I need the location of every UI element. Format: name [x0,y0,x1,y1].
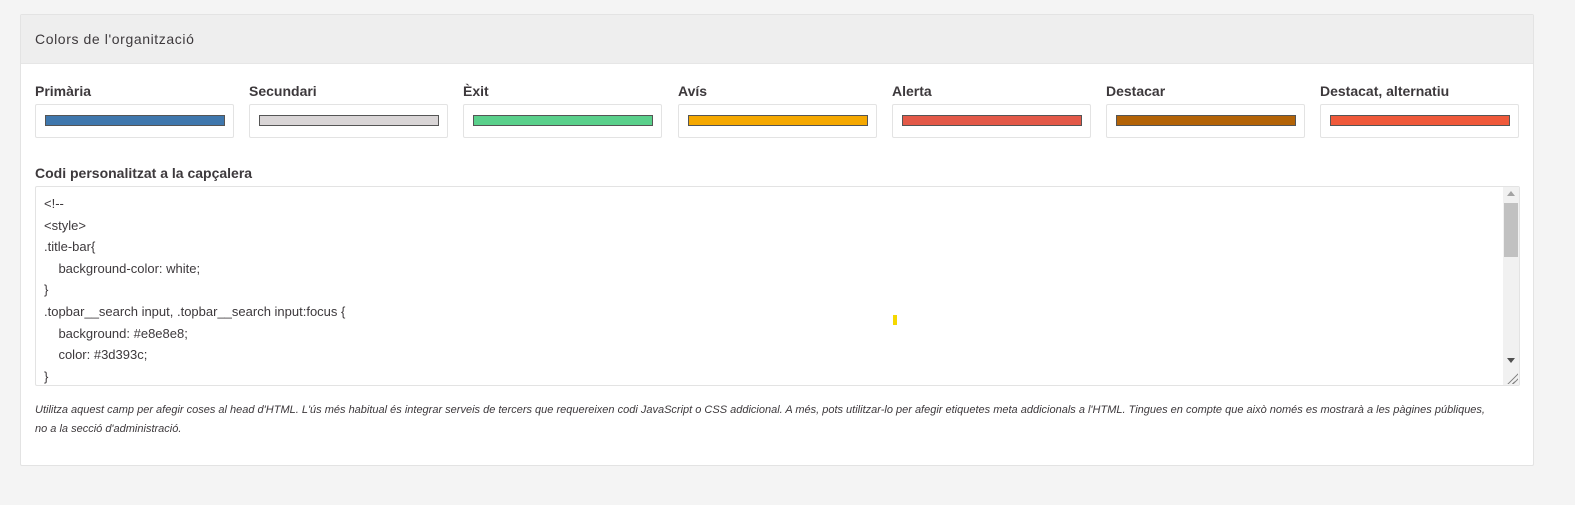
color-swatch [259,115,439,126]
organization-colors-card: Colors de l'organització Primària Secund… [20,14,1534,466]
color-swatch [45,115,225,126]
vertical-scrollbar[interactable] [1503,187,1519,385]
color-label: Alerta [892,83,932,99]
color-picker-success[interactable] [463,104,662,138]
color-picker-warning[interactable] [678,104,877,138]
text-cursor-indicator [893,315,897,325]
color-picker-highlight-alternative[interactable] [1320,104,1519,138]
color-swatch [1330,115,1510,126]
scroll-up-icon[interactable] [1507,191,1515,196]
scroll-thumb[interactable] [1504,203,1518,257]
color-field-highlight: Destacar [1106,82,1306,138]
header-code-textarea[interactable]: <!-- <style> .title-bar{ background-colo… [35,186,1520,386]
resize-handle-icon[interactable] [1506,372,1518,384]
color-swatch [1116,115,1296,126]
color-label: Secundari [249,83,317,99]
scroll-down-icon[interactable] [1507,358,1515,363]
color-field-warning: Avís [678,82,878,138]
color-picker-secondary[interactable] [249,104,448,138]
color-picker-primary[interactable] [35,104,234,138]
header-code-help-text: Utilitza aquest camp per afegir coses al… [35,404,1485,435]
color-field-alert: Alerta [892,82,1092,138]
color-field-success: Èxit [463,82,663,138]
color-label: Avís [678,83,708,99]
color-field-highlight-alternative: Destacat, alternatiu [1320,82,1520,138]
section-title: Colors de l'organització [35,31,195,47]
color-swatch [688,115,868,126]
color-swatch [473,115,653,126]
color-label: Destacar [1106,83,1166,99]
color-picker-alert[interactable] [892,104,1091,138]
color-picker-highlight[interactable] [1106,104,1305,138]
color-label: Destacat, alternatiu [1320,83,1450,99]
color-fields: Primària Secundari Èxit Avís Alerta Dest… [35,82,1519,142]
header-code-content[interactable]: <!-- <style> .title-bar{ background-colo… [44,193,1495,385]
color-label: Primària [35,83,92,99]
card-header: Colors de l'organització [21,15,1533,64]
color-label: Èxit [463,83,489,99]
color-field-primary: Primària [35,82,235,138]
header-code-label: Codi personalitzat a la capçalera [35,165,253,181]
color-swatch [902,115,1082,126]
color-field-secondary: Secundari [249,82,449,138]
